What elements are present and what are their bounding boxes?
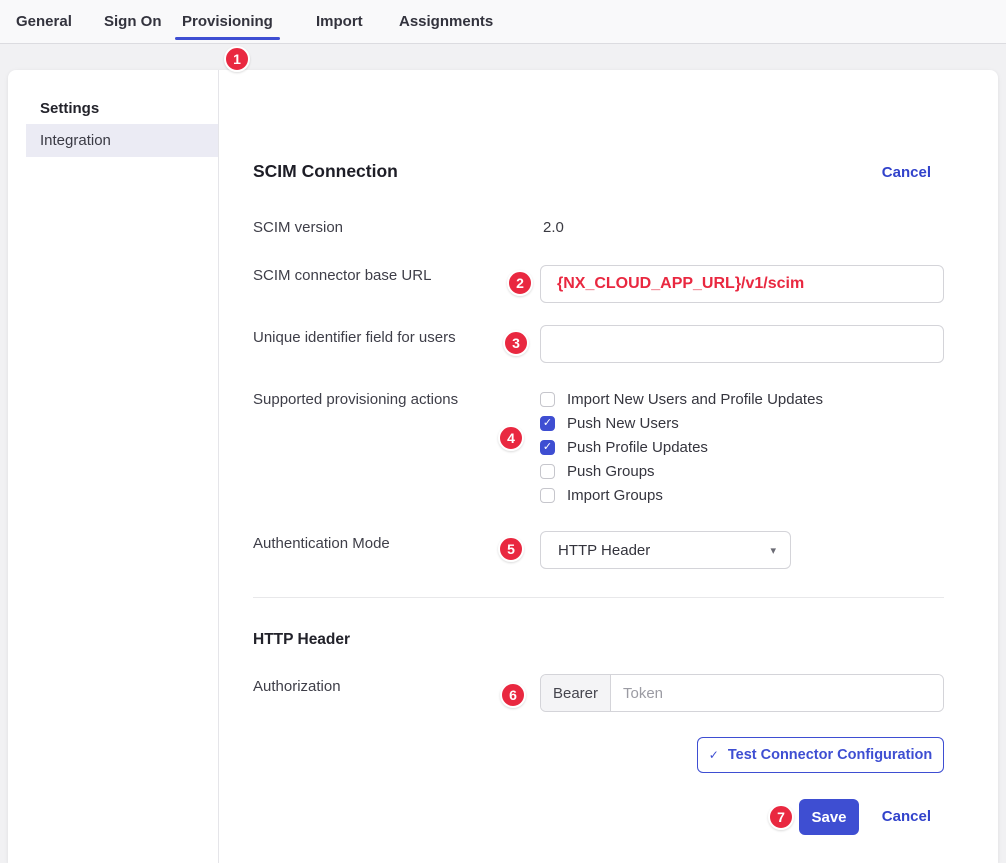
checkbox-push-groups[interactable]: ✓ Push Groups bbox=[540, 459, 655, 483]
step-badge-4: 4 bbox=[498, 425, 524, 451]
checkbox-push-profile-updates[interactable]: ✓ Push Profile Updates bbox=[540, 435, 708, 459]
checkbox-push-new-users[interactable]: ✓ Push New Users bbox=[540, 411, 679, 435]
unique-identifier-input[interactable] bbox=[540, 325, 944, 363]
checkbox-import-groups[interactable]: ✓ Import Groups bbox=[540, 483, 663, 507]
authentication-mode-select[interactable]: HTTP Header ▾ bbox=[540, 531, 791, 569]
sidebar-divider bbox=[218, 70, 219, 863]
checkbox-icon: ✓ bbox=[540, 416, 555, 431]
tab-bar: General Sign On Provisioning Import Assi… bbox=[0, 0, 1006, 44]
chevron-down-icon: ▾ bbox=[770, 544, 776, 557]
checkbox-label: Push Profile Updates bbox=[567, 439, 708, 456]
authentication-mode-label: Authentication Mode bbox=[253, 535, 390, 552]
http-header-section-title: HTTP Header bbox=[253, 631, 350, 649]
step-badge-3: 3 bbox=[503, 330, 529, 356]
cancel-link-top[interactable]: Cancel bbox=[882, 164, 931, 181]
test-connector-configuration-button[interactable]: ✓ Test Connector Configuration bbox=[697, 737, 944, 773]
authentication-mode-value: HTTP Header bbox=[558, 542, 770, 559]
scim-version-label: SCIM version bbox=[253, 219, 343, 236]
sidebar-header: Settings bbox=[40, 100, 99, 117]
save-button[interactable]: Save bbox=[799, 799, 859, 835]
section-title: SCIM Connection bbox=[253, 161, 398, 182]
checkbox-icon: ✓ bbox=[540, 464, 555, 479]
checkmark-icon: ✓ bbox=[709, 748, 719, 762]
tab-general[interactable]: General bbox=[16, 13, 72, 30]
checkbox-import-new-users-and-profile-updates[interactable]: ✓ Import New Users and Profile Updates bbox=[540, 387, 823, 411]
tab-import[interactable]: Import bbox=[316, 13, 363, 30]
token-input[interactable] bbox=[611, 675, 943, 711]
provisioning-actions-label: Supported provisioning actions bbox=[253, 391, 458, 408]
tab-provisioning[interactable]: Provisioning bbox=[182, 13, 273, 30]
step-badge-1: 1 bbox=[224, 46, 250, 72]
checkbox-icon: ✓ bbox=[540, 488, 555, 503]
checkbox-label: Import New Users and Profile Updates bbox=[567, 391, 823, 408]
checkbox-label: Push New Users bbox=[567, 415, 679, 432]
content-card: Settings Integration SCIM Connection Can… bbox=[8, 70, 998, 863]
screen: General Sign On Provisioning Import Assi… bbox=[0, 0, 1006, 863]
unique-identifier-label: Unique identifier field for users bbox=[253, 329, 456, 346]
test-connector-label: Test Connector Configuration bbox=[728, 747, 932, 763]
base-url-label: SCIM connector base URL bbox=[253, 267, 431, 284]
cancel-link-bottom[interactable]: Cancel bbox=[882, 808, 931, 825]
base-url-input[interactable] bbox=[540, 265, 944, 303]
checkmark-icon: ✓ bbox=[543, 442, 552, 453]
checkmark-icon: ✓ bbox=[543, 418, 552, 429]
checkbox-icon: ✓ bbox=[540, 440, 555, 455]
checkbox-icon: ✓ bbox=[540, 392, 555, 407]
section-divider bbox=[253, 597, 944, 598]
checkbox-label: Import Groups bbox=[567, 487, 663, 504]
authorization-input-group: Bearer bbox=[540, 674, 944, 712]
step-badge-5: 5 bbox=[498, 536, 524, 562]
tab-assignments[interactable]: Assignments bbox=[399, 13, 493, 30]
step-badge-2: 2 bbox=[507, 270, 533, 296]
tab-sign-on[interactable]: Sign On bbox=[104, 13, 162, 30]
checkbox-label: Push Groups bbox=[567, 463, 655, 480]
bearer-prefix: Bearer bbox=[541, 675, 611, 711]
scim-version-value: 2.0 bbox=[543, 219, 564, 236]
sidebar-item-integration[interactable]: Integration bbox=[26, 124, 218, 157]
authorization-label: Authorization bbox=[253, 678, 341, 695]
step-badge-6: 6 bbox=[500, 682, 526, 708]
step-badge-7: 7 bbox=[768, 804, 794, 830]
